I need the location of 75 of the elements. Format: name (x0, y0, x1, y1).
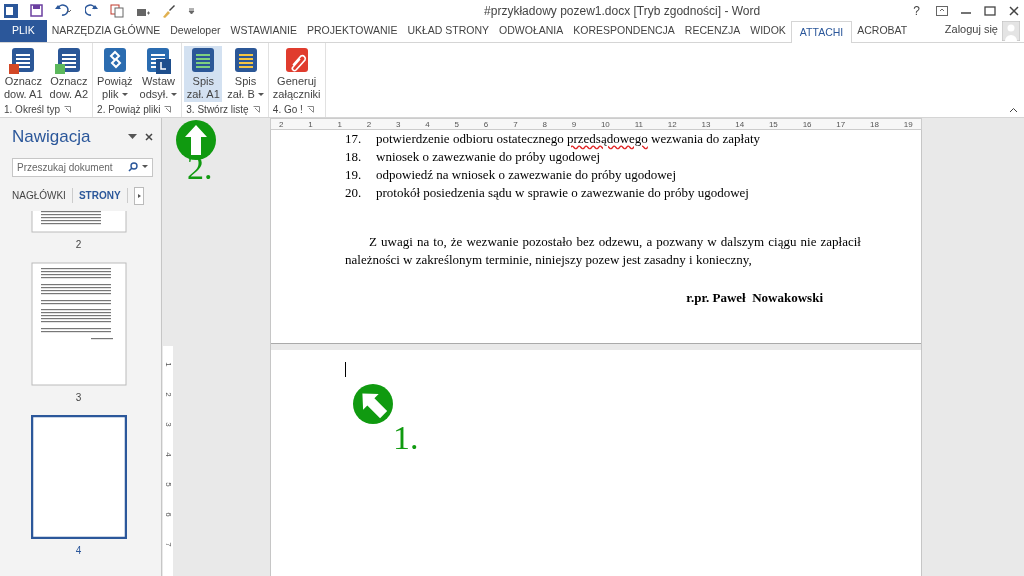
dropdown-icon[interactable] (128, 133, 137, 140)
close-icon[interactable] (145, 132, 153, 141)
group-label: 4. Go ! (272, 103, 303, 117)
file-tab[interactable]: PLIK (0, 20, 47, 42)
ribbon-tab[interactable]: UKŁAD STRONY (402, 20, 495, 42)
ribbon-tab[interactable]: Deweloper (165, 20, 226, 42)
page-thumbnail[interactable] (30, 414, 127, 539)
word-logo-icon[interactable] (4, 3, 18, 18)
window-title: #przykładowy pozew1.docx [Tryb zgodności] - Word (483, 2, 762, 20)
collapse-ribbon-icon[interactable] (1009, 107, 1018, 113)
close-icon[interactable] (1008, 5, 1020, 16)
vertical-ruler: 1 2 3 4 5 6 7 (163, 346, 173, 576)
ribbon-tab[interactable]: ATTACHI (790, 21, 853, 43)
list-item-text: potwierdzenie odbioru ostatecznego przedsądowego wezwania do zapłaty (376, 130, 761, 149)
dialog-launcher-icon[interactable] (252, 106, 260, 113)
ribbon-tab[interactable]: KORESPONDENCJA (568, 20, 680, 42)
ribbon-tab[interactable]: PROJEKTOWANIE (302, 20, 403, 42)
group-label: 2. Powiąż pliki (97, 103, 161, 117)
annotation-label: 1. (393, 420, 419, 456)
list-number: 18. (345, 148, 363, 167)
ribbon-button[interactable]: Spis zał. A1 (184, 46, 223, 102)
pane-tab[interactable]: STRONY (78, 188, 128, 203)
dropdown-icon[interactable] (142, 165, 148, 169)
search-field[interactable]: Przeszukaj dokument (12, 157, 153, 177)
ribbon-button[interactable]: Powiąż plik (95, 46, 135, 102)
group-label: 3. Stwórz listę (186, 103, 249, 117)
dialog-launcher-icon[interactable] (64, 106, 72, 113)
ribbon-button[interactable]: Oznacz dow. A2 (47, 46, 91, 102)
list-number: 20. (345, 184, 363, 203)
dialog-launcher-icon[interactable] (164, 106, 172, 113)
page-number: 4 (75, 543, 82, 558)
pages-icon[interactable] (110, 3, 124, 18)
ribbon-tab[interactable]: NARZĘDZIA GŁÓWNE (46, 20, 166, 42)
list-item-text: protokół posiedzenia sądu w sprawie o zawezwanie do próby ugodowej (376, 184, 749, 203)
ribbon-display-icon[interactable] (936, 5, 948, 16)
ribbon-tab[interactable]: ACROBAT (852, 20, 913, 42)
page-number: 2 (75, 237, 82, 252)
arrow-annotation-icon (352, 383, 394, 425)
page-thumbnail[interactable] (30, 210, 127, 233)
caret-icon (171, 92, 178, 97)
ribbon-tab[interactable]: WIDOK (745, 20, 791, 42)
body-paragraph: Z uwagi na to, że wezwanie pozostało bez odzewu, a pozwany w dalszym ciągu nie zapłacił należności w zakreślonym terminie, niniejszy pozew jest zasadny i konieczny, (345, 233, 861, 269)
save-icon[interactable] (30, 4, 43, 17)
page-thumbnail[interactable] (30, 261, 127, 386)
help-button[interactable]: ? (909, 1, 924, 20)
list-number: 17. (345, 130, 363, 149)
ribbon-button[interactable]: Oznacz dow. A1 (2, 46, 45, 102)
customize-icon[interactable] (188, 6, 195, 15)
page-number: 3 (75, 390, 82, 405)
maximize-icon[interactable] (984, 5, 996, 16)
ribbon-tab[interactable]: ODWOŁANIA (494, 20, 569, 42)
caret-icon (121, 92, 128, 97)
sign-in-link[interactable]: Zaloguj się (944, 20, 998, 37)
undo-icon[interactable] (55, 4, 73, 17)
redo-icon[interactable] (85, 4, 98, 17)
ribbon-button[interactable]: Spis zał. B (225, 46, 266, 102)
ribbon-button[interactable]: Generuj załączniki (270, 46, 323, 102)
pane-title: Nawigacja (12, 126, 92, 148)
signature: r.pr. Paweł Nowakowski (686, 289, 823, 307)
group-label: 1. Określ typ (4, 103, 61, 117)
dialog-launcher-icon[interactable] (306, 106, 314, 113)
document-insert-icon (144, 47, 173, 75)
list-number: 19. (345, 166, 363, 185)
scroll-right-icon[interactable] (133, 186, 144, 205)
ribbon-button[interactable]: Wstaw odsył. (137, 46, 180, 102)
list-item-text: odpowiedź na wniosek o zawezwanie do próby ugodowej (376, 166, 676, 185)
brush-icon[interactable] (162, 3, 176, 18)
caret-icon (257, 92, 264, 97)
text-cursor (345, 362, 346, 377)
pane-tab[interactable]: NAGŁÓWKI (12, 188, 73, 203)
ribbon-tab[interactable]: WSTAWIANIE (225, 20, 302, 42)
ribbon-tab[interactable]: RECENZJA (679, 20, 746, 42)
search-icon[interactable] (128, 162, 138, 172)
list-item-text: wniosek o zawezwanie do próby ugodowej (376, 148, 601, 167)
horizontal-ruler: 2 1 1 2 3 4 5 6 7 8 9 10 11 12 13 14 15 16 17 18 19 (270, 118, 922, 130)
